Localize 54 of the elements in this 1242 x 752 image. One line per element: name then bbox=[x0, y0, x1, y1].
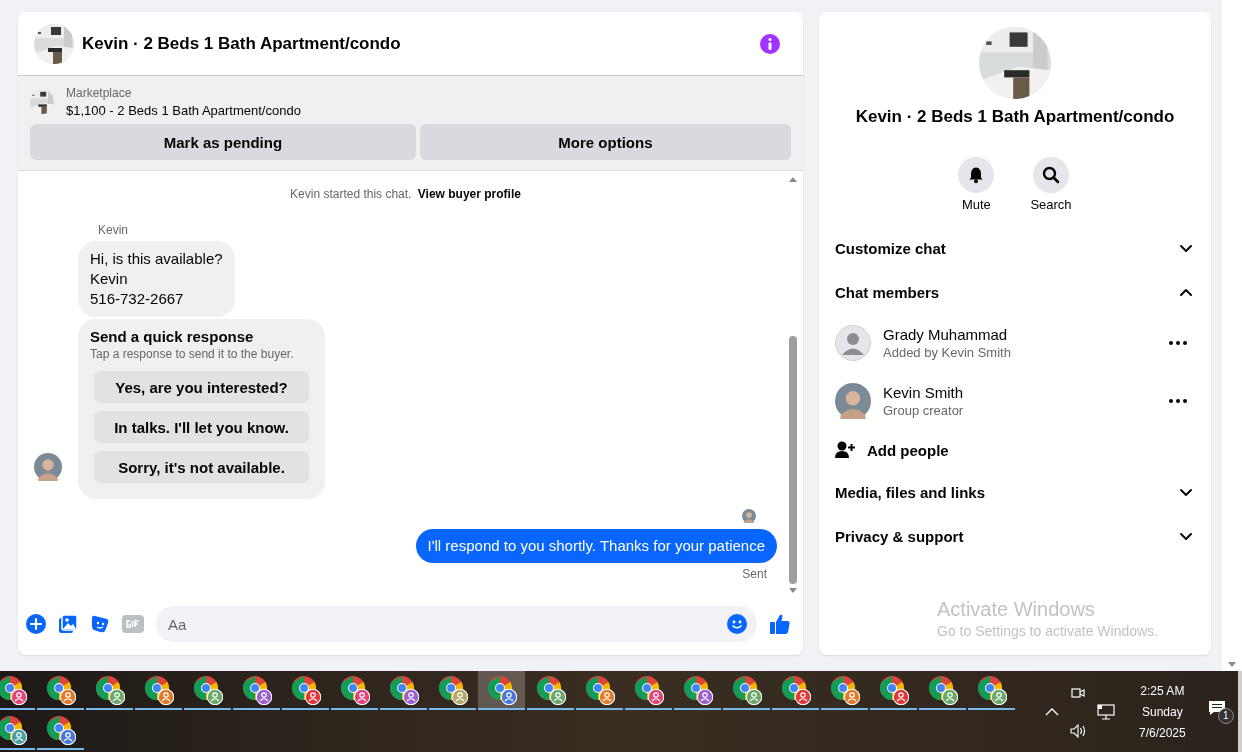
section-header[interactable]: Privacy & support bbox=[835, 514, 1195, 558]
chat-start-notice: Kevin started this chat. bbox=[290, 187, 412, 201]
add-person-icon bbox=[835, 441, 855, 459]
quick-response-button[interactable]: Sorry, it's not available. bbox=[94, 451, 309, 483]
search-icon bbox=[1042, 166, 1060, 184]
add-people-link[interactable]: Add people bbox=[867, 441, 949, 459]
avatar-icon bbox=[34, 453, 62, 481]
section-header[interactable]: Chat members bbox=[835, 270, 1195, 314]
search-button[interactable] bbox=[1033, 157, 1069, 193]
action-label: Search bbox=[1030, 197, 1072, 212]
emoji-icon[interactable] bbox=[727, 614, 747, 634]
member-name: Grady Muhammad bbox=[883, 326, 1009, 343]
message-status: Sent bbox=[742, 567, 767, 581]
listing-source: Marketplace bbox=[66, 86, 133, 100]
plus-icon[interactable] bbox=[26, 614, 46, 634]
listing-action-button[interactable]: Mark as pending bbox=[30, 124, 416, 160]
section-header[interactable]: Customize chat bbox=[835, 226, 1195, 270]
activation-notice-text: Go to Settings to activate Windows. bbox=[937, 623, 1159, 639]
buyer-profile-link[interactable]: View buyer profile bbox=[417, 187, 521, 201]
message-bubble: I'll respond to you shortly. Thanks for your patience bbox=[415, 529, 777, 563]
avatar-icon bbox=[835, 325, 871, 361]
volume-icon[interactable] bbox=[1069, 722, 1087, 739]
clock[interactable]: 2:25 AM Sunday 7/6/2025 bbox=[1139, 683, 1186, 740]
message-input[interactable]: Aa bbox=[156, 606, 757, 642]
avatar-icon bbox=[835, 383, 871, 419]
network-icon[interactable] bbox=[1097, 703, 1115, 720]
info-icon[interactable] bbox=[759, 32, 781, 55]
quick-response-hint: Tap a response to send it to the buyer. bbox=[90, 347, 295, 361]
browser-taskbar-button[interactable] bbox=[478, 671, 525, 710]
message-bubble: Hi, is this available? Kevin 516-732-2667 bbox=[78, 241, 235, 317]
action-label: Mute bbox=[961, 197, 991, 212]
member-name: Kevin Smith bbox=[883, 384, 965, 401]
chevron-up-icon[interactable] bbox=[1045, 707, 1059, 716]
section-header[interactable]: Media, files and links bbox=[835, 470, 1195, 514]
member-role: Added by Kevin Smith bbox=[883, 345, 1012, 360]
listing-action-button[interactable]: More options bbox=[419, 124, 791, 160]
conversation-title: Kevin · 2 Beds 1 Bath Apartment/condo bbox=[855, 107, 1175, 127]
quick-response-title: Send a quick response bbox=[90, 327, 255, 347]
thumbs-up-icon[interactable] bbox=[769, 613, 791, 635]
more-icon[interactable] bbox=[1169, 399, 1187, 403]
image-icon[interactable] bbox=[58, 614, 78, 634]
more-icon[interactable] bbox=[1169, 341, 1187, 345]
avatar-icon bbox=[742, 509, 756, 523]
chat-title: Kevin · 2 Beds 1 Bath Apartment/condo bbox=[82, 33, 402, 54]
quick-response-button[interactable]: In talks. I'll let you know. bbox=[94, 411, 309, 443]
sender-name: Kevin bbox=[98, 223, 130, 237]
activation-notice-title: Activate Windows bbox=[937, 598, 1096, 621]
notifications-button[interactable]: 1 bbox=[1207, 699, 1234, 724]
sticker-icon[interactable] bbox=[90, 614, 110, 634]
member-role: Group creator bbox=[883, 403, 965, 418]
listing-title[interactable]: $1,100 - 2 Beds 1 Bath Apartment/condo bbox=[66, 103, 301, 118]
mute-button[interactable] bbox=[958, 157, 995, 193]
bell-icon bbox=[967, 166, 986, 184]
quick-response-button[interactable]: Yes, are you interested? bbox=[94, 371, 309, 403]
